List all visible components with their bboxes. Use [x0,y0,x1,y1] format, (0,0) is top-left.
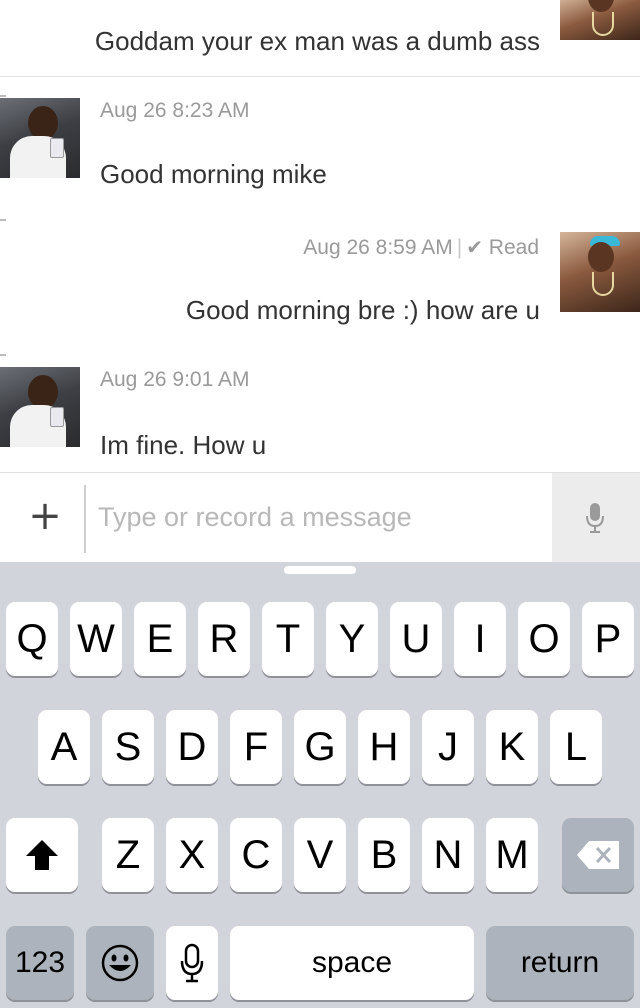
message-text: Good morning bre :) how are u [185,295,540,325]
avatar-head [588,0,614,12]
delete-backspace-icon [577,841,619,869]
avatar-head [28,106,58,140]
key-f[interactable]: F [230,710,282,784]
message-row: Aug 26 9:01 AM Im fine. How u [0,346,640,472]
record-button[interactable] [552,473,640,563]
microphone-icon [586,503,604,533]
message-input[interactable] [90,491,548,543]
contact-avatar[interactable] [560,232,640,312]
checkmark-icon: ✔ [466,237,483,259]
return-key[interactable]: return [486,926,634,1000]
key-y[interactable]: Y [326,602,378,676]
keyboard-handle[interactable] [284,566,356,574]
key-q[interactable]: Q [6,602,58,676]
emoji-key[interactable] [86,926,154,1000]
message-text: Im fine. How u [100,430,267,460]
key-a[interactable]: A [38,710,90,784]
meta-separator: | [456,236,463,259]
message-text: Good morning mike [100,159,327,189]
avatar-chain [592,272,614,296]
chat-thread[interactable]: Goddam your ex man was a dumb ass Aug 26… [0,0,640,472]
message-row: Aug 26 8:59 AM | ✔ Read Good morning bre :… [0,211,640,347]
key-t[interactable]: T [262,602,314,676]
thread-edge-mark [0,354,6,356]
read-receipt: Read [488,236,539,259]
dictation-key[interactable] [166,926,218,1000]
key-n[interactable]: N [422,818,474,892]
composer-divider [84,485,86,553]
key-i[interactable]: I [454,602,506,676]
key-o[interactable]: O [518,602,570,676]
key-j[interactable]: J [422,710,474,784]
plus-icon[interactable]: + [28,496,62,536]
key-w[interactable]: W [70,602,122,676]
message-meta: Aug 26 8:59 AM | ✔ Read [303,235,539,260]
key-e[interactable]: E [134,602,186,676]
key-z[interactable]: Z [102,818,154,892]
avatar-head [28,375,58,409]
delete-key[interactable] [562,818,634,892]
emoji-face-icon [101,944,139,982]
key-s[interactable]: S [102,710,154,784]
user-avatar[interactable] [0,98,80,178]
key-c[interactable]: C [230,818,282,892]
key-d[interactable]: D [166,710,218,784]
key-v[interactable]: V [294,818,346,892]
space-key[interactable]: space [230,926,474,1000]
key-g[interactable]: G [294,710,346,784]
thread-edge-mark [0,95,6,97]
shift-arrow-icon [26,840,58,870]
avatar-chain [592,12,614,36]
key-l[interactable]: L [550,710,602,784]
avatar-head [588,242,614,272]
key-u[interactable]: U [390,602,442,676]
message-row: Aug 26 8:23 AM Good morning mike [0,77,640,212]
keyboard: Q W E R T Y U I O P A S D F G H J K L Z … [0,562,640,1008]
key-x[interactable]: X [166,818,218,892]
key-b[interactable]: B [358,818,410,892]
key-k[interactable]: K [486,710,538,784]
message-timestamp: Aug 26 9:01 AM [100,368,250,391]
message-row: Goddam your ex man was a dumb ass [0,0,640,77]
user-avatar[interactable] [0,367,80,447]
message-composer: + [0,472,640,563]
message-timestamp: Aug 26 8:23 AM [100,99,250,122]
key-r[interactable]: R [198,602,250,676]
contact-avatar[interactable] [560,0,640,40]
key-h[interactable]: H [358,710,410,784]
microphone-icon [180,943,204,983]
avatar-phone [50,138,64,158]
key-m[interactable]: M [486,818,538,892]
thread-edge-mark [0,219,6,221]
message-timestamp: Aug 26 8:59 AM [303,236,453,259]
key-p[interactable]: P [582,602,634,676]
shift-key[interactable] [6,818,78,892]
avatar-phone [50,407,64,427]
message-text: Goddam your ex man was a dumb ass [94,26,540,56]
numbers-key[interactable]: 123 [6,926,74,1000]
